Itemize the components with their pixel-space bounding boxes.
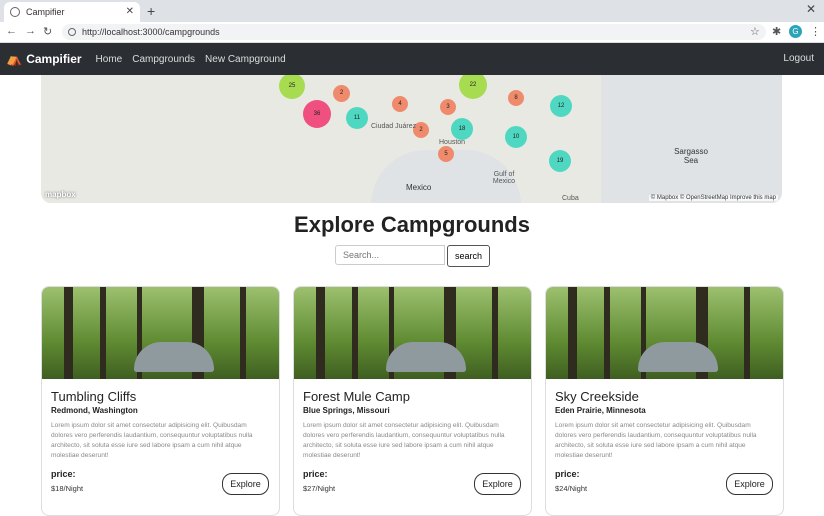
campground-photo <box>42 287 279 379</box>
card-title: Sky Creekside <box>555 389 639 404</box>
tab-title: Campifier <box>26 7 65 17</box>
cluster-map[interactable]: 25 22 2 4 3 8 12 36 11 2 18 10 5 19 Ciud… <box>41 75 782 203</box>
cluster-marker[interactable]: 11 <box>346 107 368 129</box>
page-title: Explore Campgrounds <box>294 212 530 237</box>
map-label: Cuba <box>562 195 579 202</box>
profile-avatar[interactable]: G <box>789 25 802 38</box>
url-field[interactable]: http://localhost:3000/campgrounds <box>62 24 766 40</box>
cluster-marker[interactable]: 19 <box>549 150 571 172</box>
card-location: Redmond, Washington <box>51 406 138 415</box>
browser-tab[interactable]: Campifier ✕ <box>4 2 140 22</box>
back-icon[interactable]: ← <box>6 25 17 37</box>
cluster-marker[interactable]: 4 <box>392 96 408 112</box>
explore-button[interactable]: Explore <box>474 473 521 495</box>
browser-tabstrip: Campifier ✕ + ✕ <box>0 0 824 22</box>
search-form: search <box>335 245 491 267</box>
nav-new-campground[interactable]: New Campground <box>205 54 286 65</box>
mapbox-logo[interactable]: mapbox <box>45 190 76 199</box>
search-input[interactable] <box>335 245 445 265</box>
forward-icon[interactable]: → <box>25 25 36 37</box>
bookmark-star-icon[interactable]: ☆ <box>750 25 760 38</box>
explore-button[interactable]: Explore <box>222 473 269 495</box>
campground-card: Forest Mule Camp Blue Springs, Missouri … <box>293 286 532 516</box>
card-title: Forest Mule Camp <box>303 389 410 404</box>
new-tab-icon[interactable]: + <box>147 3 155 19</box>
card-description: Lorem ipsum dolor sit amet consectetur a… <box>51 422 253 459</box>
campground-card: Sky Creekside Eden Prairie, Minnesota Lo… <box>545 286 784 516</box>
card-description: Lorem ipsum dolor sit amet consectetur a… <box>555 422 757 459</box>
map-label: Gulf of Mexico <box>492 171 516 185</box>
reload-icon[interactable]: ↻ <box>43 25 52 38</box>
window-close-icon[interactable]: ✕ <box>806 2 816 16</box>
address-bar: ← → ↻ http://localhost:3000/campgrounds … <box>0 22 824 43</box>
card-location: Eden Prairie, Minnesota <box>555 406 646 415</box>
map-attribution[interactable]: © Mapbox © OpenStreetMap Improve this ma… <box>648 195 778 201</box>
explore-button[interactable]: Explore <box>726 473 773 495</box>
info-icon[interactable] <box>68 28 76 36</box>
map-label: Mexico <box>406 183 432 192</box>
globe-icon <box>10 7 20 17</box>
card-description: Lorem ipsum dolor sit amet consectetur a… <box>303 422 505 459</box>
extensions-icon[interactable]: ✱ <box>772 25 781 38</box>
logout-link[interactable]: Logout <box>783 53 814 64</box>
map-label: Houston <box>439 139 466 146</box>
cluster-marker[interactable]: 5 <box>438 146 454 162</box>
cluster-marker[interactable]: 2 <box>333 85 350 102</box>
card-title: Tumbling Cliffs <box>51 389 137 404</box>
menu-icon[interactable]: ⋮ <box>810 25 821 38</box>
nav-campgrounds[interactable]: Campgrounds <box>132 54 195 65</box>
url-text: http://localhost:3000/campgrounds <box>82 27 220 37</box>
campground-photo <box>294 287 531 379</box>
campground-card: Tumbling Cliffs Redmond, Washington Lore… <box>41 286 280 516</box>
brand-name: Campifier <box>26 52 82 66</box>
nav-home[interactable]: Home <box>96 54 123 65</box>
cluster-marker[interactable]: 10 <box>505 126 527 148</box>
app-navbar: ⛺ Campifier Home Campgrounds New Campgro… <box>0 43 824 75</box>
cluster-marker[interactable]: 12 <box>550 95 572 117</box>
brand[interactable]: ⛺ Campifier <box>6 51 82 67</box>
cluster-marker[interactable]: 36 <box>303 100 331 128</box>
cluster-marker[interactable]: 3 <box>440 99 456 115</box>
map-label: Ciudad Juárez <box>371 123 417 130</box>
search-button[interactable]: search <box>447 245 491 267</box>
map-label: Sargasso Sea <box>674 147 708 165</box>
close-icon[interactable]: ✕ <box>126 6 134 17</box>
cluster-marker[interactable]: 8 <box>508 90 524 106</box>
card-location: Blue Springs, Missouri <box>303 406 390 415</box>
cluster-marker[interactable]: 18 <box>451 118 473 140</box>
campground-photo <box>546 287 783 379</box>
campfire-icon: ⛺ <box>6 51 23 66</box>
